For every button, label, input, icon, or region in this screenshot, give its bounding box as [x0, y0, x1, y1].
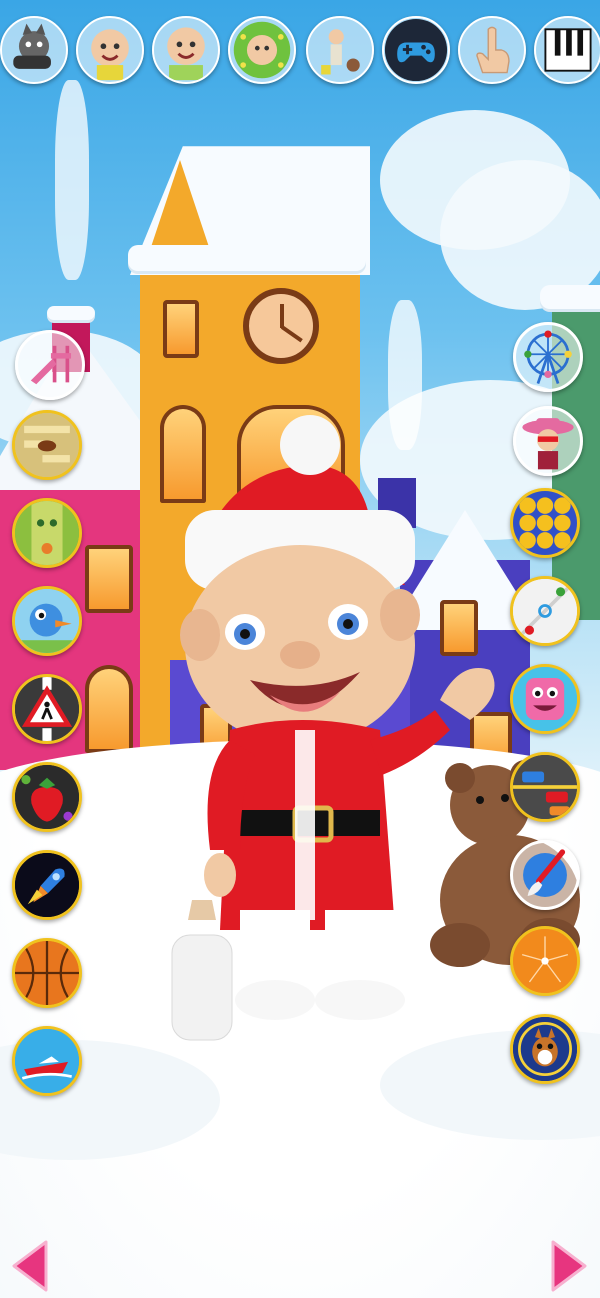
squirrel-game-icon[interactable] — [510, 1014, 580, 1084]
emoji-grid-game-icon[interactable] — [510, 488, 580, 558]
roof-snow — [540, 285, 600, 309]
baby-room-toys-icon[interactable] — [306, 16, 374, 84]
paint-brush-icon[interactable] — [510, 840, 580, 910]
basketball-game-icon[interactable] — [12, 938, 82, 1008]
roof-snow — [47, 306, 95, 320]
crossing-sign-game-icon[interactable] — [12, 674, 82, 744]
window — [85, 665, 133, 753]
baby-dressup-icon[interactable] — [228, 16, 296, 84]
touch-hand-icon[interactable] — [458, 16, 526, 84]
air-hockey-game-icon[interactable] — [510, 576, 580, 646]
strawberry-game-icon[interactable] — [12, 762, 82, 832]
orange-dots-game-icon[interactable] — [510, 926, 580, 996]
baby-avatar-icon[interactable] — [76, 16, 144, 84]
clock-face — [243, 288, 319, 364]
speedboat-game-icon[interactable] — [12, 1026, 82, 1096]
winter-scene — [0, 0, 600, 1298]
cat-pet-icon[interactable] — [0, 16, 68, 84]
window — [163, 300, 199, 358]
pink-monster-game-icon[interactable] — [510, 664, 580, 734]
piano-icon[interactable] — [534, 16, 600, 84]
baby-outfit-icon[interactable] — [152, 16, 220, 84]
playground-slide-icon[interactable] — [15, 330, 85, 400]
cowgirl-character-icon[interactable] — [513, 406, 583, 476]
maze-game-icon[interactable] — [12, 410, 82, 480]
roof-snow — [128, 245, 366, 271]
chimney-smoke — [55, 80, 89, 280]
window — [85, 545, 133, 613]
arrow-right-icon[interactable] — [549, 1240, 589, 1292]
arrow-left-icon[interactable] — [10, 1240, 50, 1292]
bird-game-icon[interactable] — [12, 586, 82, 656]
gamepad-icon[interactable] — [382, 16, 450, 84]
traffic-game-icon[interactable] — [510, 752, 580, 822]
ferris-wheel-icon[interactable] — [513, 322, 583, 392]
rocket-game-icon[interactable] — [12, 850, 82, 920]
bowling-game-icon[interactable] — [12, 498, 82, 568]
